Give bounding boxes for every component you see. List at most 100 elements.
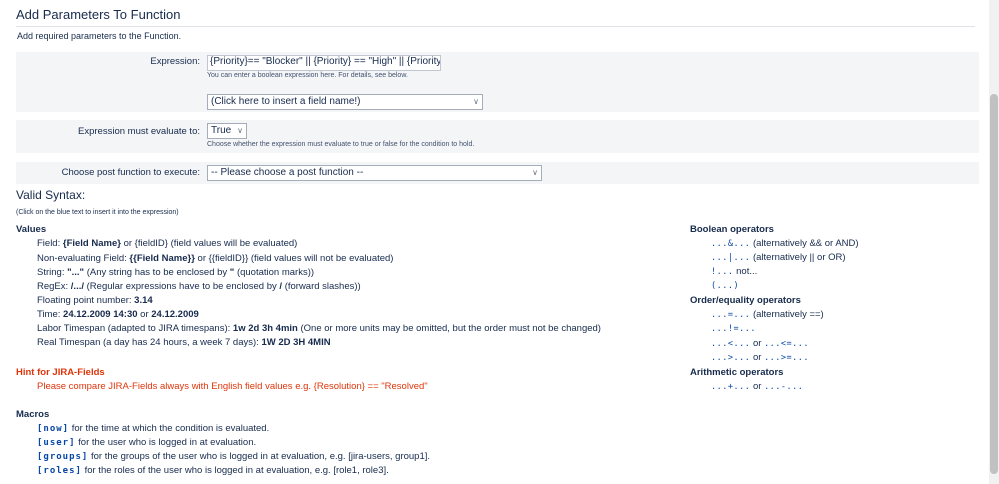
jira-hint-text: Please compare JIRA-Fields always with E… — [37, 381, 428, 392]
macro-now-line: [now] for the time at which the conditio… — [37, 423, 269, 434]
evaluate-label: Expression must evaluate to: — [78, 126, 200, 137]
value-string-line: String: "..." (Any string has to be encl… — [37, 267, 314, 278]
value-field-link[interactable]: {Field Name} — [63, 238, 121, 249]
value-regex-label: RegEx: — [37, 281, 69, 292]
op-lt-link[interactable]: ...<... — [711, 339, 750, 349]
value-regex-note-end: (forward slashes)) — [284, 281, 361, 292]
post-function-label: Choose post function to execute: — [61, 167, 200, 178]
title-divider — [16, 26, 975, 27]
value-field-label: Field: — [37, 238, 61, 249]
boolean-operators-heading: Boolean operators — [690, 224, 774, 235]
insert-field-select[interactable]: (Click here to insert a field name!) ∨ — [207, 94, 483, 110]
value-date-link[interactable]: 24.12.2009 — [151, 309, 199, 320]
value-nonfield-line: Non-evaluating Field: {{Field Name}} or … — [37, 253, 393, 264]
op-arith-line: ...+... or ...-... — [711, 381, 803, 392]
macro-roles-link[interactable]: [roles] — [37, 466, 82, 476]
op-not-note: not... — [736, 266, 758, 277]
macro-user-line: [user] for the user who is logged in at … — [37, 437, 256, 448]
value-field-line: Field: {Field Name} or {fieldID} (field … — [37, 238, 297, 249]
page-title: Add Parameters To Function — [16, 7, 181, 22]
jira-hint-heading: Hint for JIRA-Fields — [16, 367, 105, 378]
value-field-note: or {fieldID} (field values will be evalu… — [123, 238, 298, 249]
op-not-line: !... not... — [711, 266, 757, 277]
macro-groups-line: [groups] for the groups of the user who … — [37, 451, 430, 462]
syntax-hint: (Click on the blue text to insert it int… — [16, 209, 179, 216]
evaluate-select-value: True — [211, 125, 232, 136]
value-string-link[interactable]: "..." — [67, 267, 84, 278]
macro-now-desc: for the time at which the condition is e… — [71, 423, 270, 434]
values-heading: Values — [16, 224, 47, 235]
value-real-label: Real Timespan (a day has 24 hours, a wee… — [37, 337, 259, 348]
op-gt-link[interactable]: ...>... — [711, 353, 750, 363]
value-real-line: Real Timespan (a day has 24 hours, a wee… — [37, 337, 331, 348]
post-function-row: Choose post function to execute: -- Plea… — [16, 162, 979, 184]
chevron-down-icon: ∨ — [237, 126, 243, 135]
op-and-line: ...&... (alternatively && or AND) — [711, 238, 859, 249]
value-nonfield-note: or {{fieldID}} (field values will not be… — [197, 253, 394, 264]
arith-operators-heading: Arithmetic operators — [690, 367, 784, 378]
op-neq-link[interactable]: ...!=... — [711, 324, 756, 334]
value-float-label: Floating point number: — [37, 295, 132, 306]
value-labor-link[interactable]: 1w 2d 3h 4min — [233, 323, 298, 334]
op-lt-line: ...<... or ...<=... — [711, 338, 809, 349]
vertical-scrollbar[interactable] — [989, 0, 999, 484]
insert-field-select-value: (Click here to insert a field name!) — [211, 96, 361, 107]
evaluate-hint: Choose whether the expression must evalu… — [207, 141, 475, 148]
evaluate-row: Expression must evaluate to: True ∨ Choo… — [16, 120, 979, 153]
macro-groups-desc: for the groups of the user who is logged… — [91, 451, 431, 462]
value-time-or: or — [140, 309, 149, 320]
expression-label: Expression: — [150, 56, 200, 67]
dialog-header: Add Parameters To Function — [16, 6, 975, 27]
op-eq-link[interactable]: ...=... — [711, 310, 750, 320]
value-string-label: String: — [37, 267, 65, 278]
value-real-link[interactable]: 1W 2D 3H 4MIN — [261, 337, 330, 348]
value-regex-note: (Regular expressions have to be enclosed… — [86, 281, 277, 292]
value-nonfield-link[interactable]: {{Field Name}} — [129, 253, 194, 264]
evaluate-select[interactable]: True ∨ — [207, 123, 247, 139]
order-operators-heading: Order/equality operators — [690, 295, 801, 306]
op-gte-link[interactable]: ...>=... — [764, 353, 809, 363]
macros-heading: Macros — [16, 409, 50, 420]
op-gt-or: or — [752, 352, 762, 363]
post-function-select-value: -- Please choose a post function -- — [211, 167, 364, 178]
op-plus-link[interactable]: ...+... — [711, 382, 750, 392]
scrollbar-thumb[interactable] — [990, 94, 998, 474]
op-eq-note: (alternatively ==) — [752, 309, 824, 320]
op-or-line: ...|... (alternatively || or OR) — [711, 252, 846, 263]
op-paren-link[interactable]: (...) — [711, 281, 739, 291]
op-and-link[interactable]: ...&... — [711, 239, 750, 249]
page-description: Add required parameters to the Function. — [17, 31, 182, 41]
op-gt-line: ...>... or ...>=... — [711, 352, 809, 363]
value-time-line: Time: 24.12.2009 14:30 or 24.12.2009 — [37, 309, 199, 320]
post-function-select[interactable]: -- Please choose a post function -- ∨ — [207, 165, 542, 181]
value-string-quote: " — [229, 267, 235, 278]
op-or-note: (alternatively || or OR) — [752, 252, 846, 263]
value-regex-line: RegEx: /.../ (Regular expressions have t… — [37, 281, 361, 292]
macro-roles-line: [roles] for the roles of the user who is… — [37, 465, 389, 476]
macro-now-link[interactable]: [now] — [37, 424, 69, 434]
op-not-link[interactable]: !... — [711, 267, 733, 277]
value-regex-link[interactable]: /.../ — [71, 281, 84, 292]
macro-user-link[interactable]: [user] — [37, 438, 76, 448]
expression-input[interactable]: {Priority}== "Blocker" || {Priority} == … — [207, 55, 441, 71]
syntax-title: Valid Syntax: — [16, 188, 86, 202]
op-arith-or: or — [752, 381, 762, 392]
op-minus-link[interactable]: ...-... — [764, 382, 803, 392]
op-lt-or: or — [752, 338, 762, 349]
op-paren-line: (...) — [711, 280, 739, 291]
macro-groups-link[interactable]: [groups] — [37, 452, 88, 462]
op-or-link[interactable]: ...|... — [711, 253, 750, 263]
macro-roles-desc: for the roles of the user who is logged … — [84, 465, 389, 476]
value-string-note: (Any string has to be enclosed by — [86, 267, 228, 278]
op-lte-link[interactable]: ...<=... — [764, 339, 809, 349]
value-labor-label: Labor Timespan (adapted to JIRA timespan… — [37, 323, 231, 334]
op-eq-line: ...=... (alternatively ==) — [711, 309, 824, 320]
macro-user-desc: for the user who is logged in at evaluat… — [78, 437, 257, 448]
value-float-line: Floating point number: 3.14 — [37, 295, 153, 306]
expression-hint: You can enter a boolean expression here.… — [207, 72, 408, 79]
expression-row: Expression: {Priority}== "Blocker" || {P… — [16, 52, 979, 112]
value-nonfield-label: Non-evaluating Field: — [37, 253, 127, 264]
value-time-link[interactable]: 24.12.2009 14:30 — [63, 309, 137, 320]
value-float-link[interactable]: 3.14 — [134, 295, 153, 306]
value-regex-slash: / — [279, 281, 283, 292]
